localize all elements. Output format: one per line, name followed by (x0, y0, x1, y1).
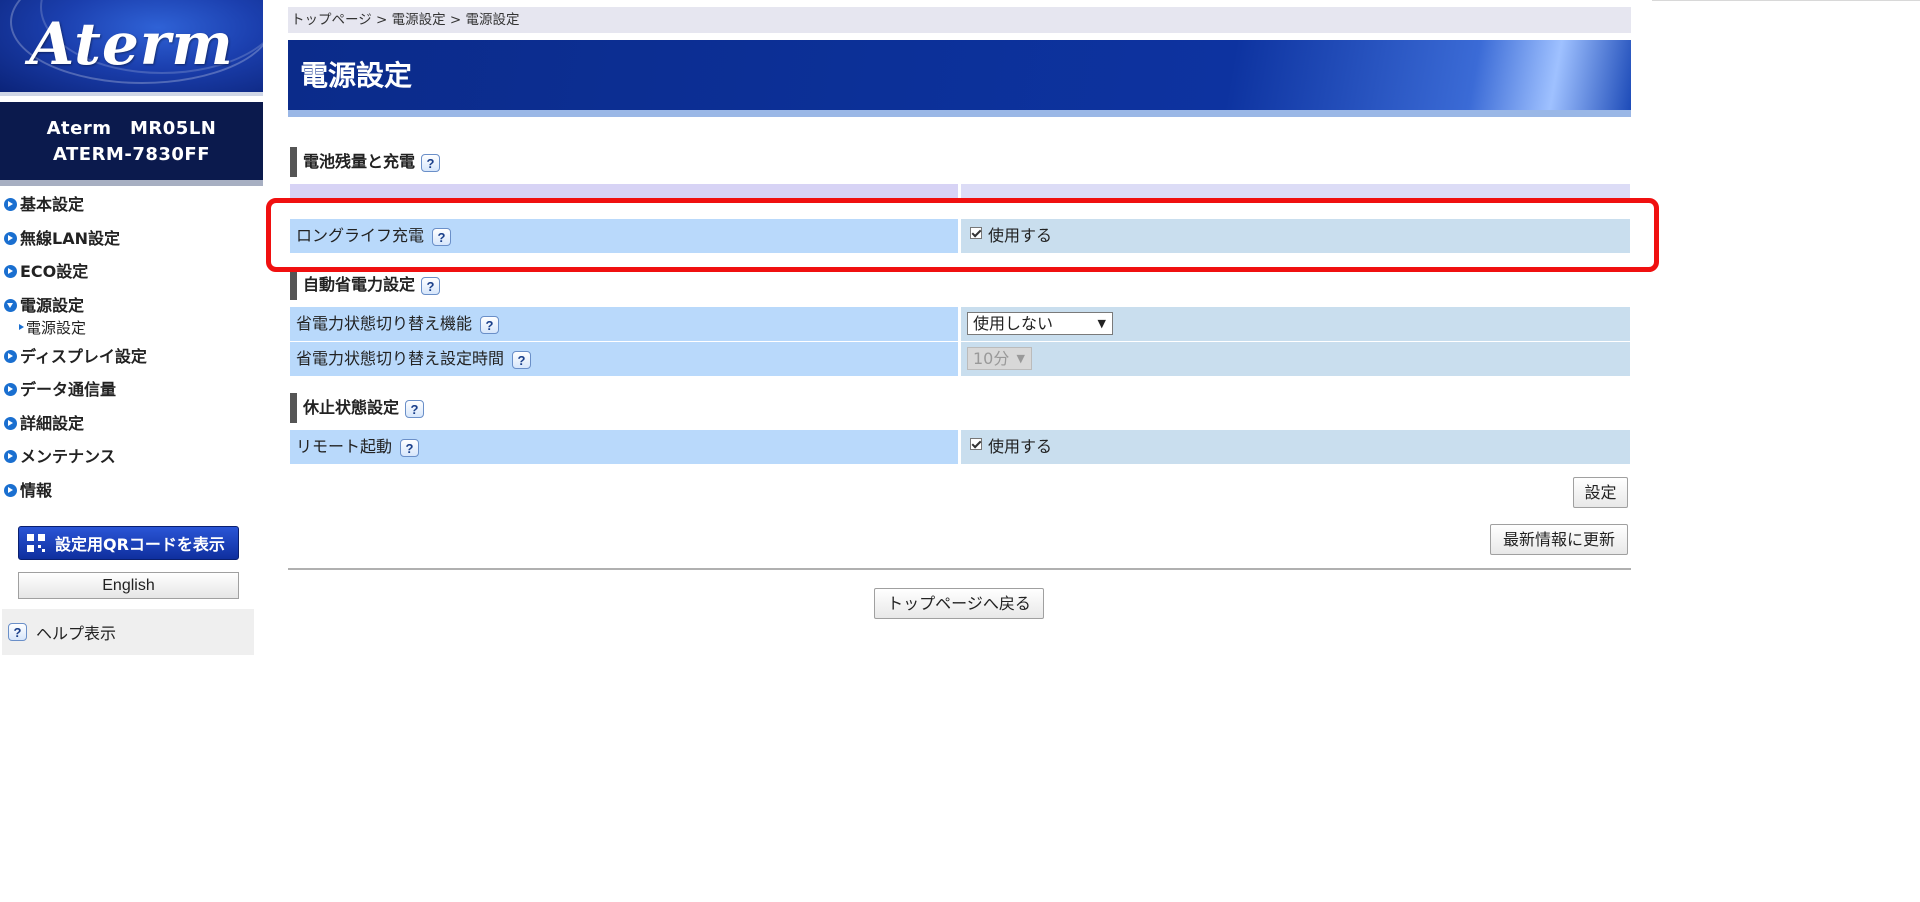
power-switch-select[interactable]: 使用しない ▼ (967, 312, 1113, 335)
help-icon[interactable]: ? (432, 227, 452, 246)
sidebar-nav: 基本設定 無線LAN設定 ECO設定 電源設定 電源設定 ディスプレイ設定 デー… (0, 193, 263, 512)
battery-level-value-cell (961, 184, 1630, 202)
power-switch-time-select: 10分 ▼ (967, 347, 1032, 370)
select-value: 使用しない (973, 314, 1054, 333)
aterm-logo[interactable]: Aterm (0, 0, 263, 96)
section-title: 電池残量と充電 (303, 152, 416, 171)
long-life-charge-label-cell: ロングライフ充電? (290, 219, 958, 253)
nav-label: メンテナンス (20, 447, 116, 466)
checkbox-label[interactable]: 使用する (988, 437, 1052, 456)
power-switch-value-cell: 使用しない ▼ (961, 307, 1630, 341)
set-button[interactable]: 設定 (1573, 477, 1628, 508)
qr-code-icon (27, 534, 45, 552)
help-icon[interactable]: ? (512, 350, 532, 369)
nav-label: 無線LAN設定 (20, 228, 120, 248)
back-to-top-button[interactable]: トップページへ戻る (874, 588, 1044, 619)
battery-level-row (290, 184, 1630, 202)
arrow-bullet-icon (4, 450, 17, 463)
section-title: 休止状態設定 (303, 398, 400, 417)
remote-wake-checkbox[interactable] (970, 438, 982, 450)
page-title: 電源設定 (300, 59, 413, 92)
arrow-bullet-icon (4, 349, 17, 363)
help-icon[interactable]: ? (400, 438, 420, 457)
device-model: Aterm MR05LN (46, 118, 217, 139)
long-life-charge-row: ロングライフ充電? 使用する (290, 219, 1630, 253)
sub-item-label: 電源設定 (26, 318, 87, 337)
logo-text: Aterm (29, 10, 234, 78)
device-id: ATERM-7830FF (52, 144, 211, 165)
help-display[interactable]: ? ヘルプ表示 (2, 609, 254, 655)
help-label[interactable]: ヘルプ表示 (36, 620, 116, 644)
arrow-bullet-icon (4, 383, 17, 396)
device-info: Aterm MR05LN ATERM-7830FF (0, 102, 263, 186)
long-life-charge-value-cell: 使用する (961, 219, 1630, 253)
nav-label: 情報 (20, 480, 53, 500)
nav-label: 基本設定 (20, 195, 85, 214)
section-heading-sleep: 休止状態設定? (290, 393, 425, 423)
section-heading-auto-power: 自動省電力設定? (290, 270, 441, 300)
english-button[interactable]: English (18, 572, 239, 599)
power-switch-time-label: 省電力状態切り替え設定時間 (296, 349, 505, 368)
nav-item-advanced[interactable]: 詳細設定 (0, 412, 263, 446)
top-border (1652, 0, 1920, 1)
nav-item-data-usage[interactable]: データ通信量 (0, 378, 263, 412)
remote-wake-row: リモート起動? 使用する (290, 430, 1630, 464)
section-title: 自動省電力設定 (303, 275, 416, 294)
power-switch-row: 省電力状態切り替え機能? 使用しない ▼ (290, 307, 1630, 341)
checkbox-label[interactable]: 使用する (988, 226, 1052, 245)
long-life-charge-label: ロングライフ充電 (296, 226, 425, 245)
nav-label: ディスプレイ設定 (20, 346, 147, 366)
breadcrumb: トップページ > 電源設定 > 電源設定 (288, 7, 1631, 33)
nav-label: データ通信量 (20, 380, 117, 399)
qr-button-label: 設定用QRコードを表示 (55, 535, 225, 554)
help-icon[interactable]: ? (405, 399, 425, 418)
dropdown-arrow-icon: ▼ (1097, 317, 1106, 330)
dropdown-arrow-icon: ▼ (1016, 352, 1025, 365)
arrow-bullet-icon (4, 198, 17, 211)
arrow-bullet-icon (4, 483, 17, 497)
title-bar: 電源設定 (288, 40, 1631, 117)
power-switch-time-label-cell: 省電力状態切り替え設定時間? (290, 342, 958, 376)
long-life-charge-checkbox[interactable] (970, 227, 982, 239)
divider (288, 568, 1631, 570)
nav-label: 詳細設定 (20, 413, 85, 433)
triangle-right-icon (19, 323, 24, 330)
remote-wake-label: リモート起動 (296, 437, 393, 456)
nav-item-wireless-lan[interactable]: 無線LAN設定 (0, 227, 263, 261)
battery-level-label-cell (290, 184, 958, 202)
power-switch-time-row: 省電力状態切り替え設定時間? 10分 ▼ (290, 342, 1630, 376)
nav-item-basic[interactable]: 基本設定 (0, 193, 263, 227)
refresh-button[interactable]: 最新情報に更新 (1490, 524, 1628, 555)
remote-wake-label-cell: リモート起動? (290, 430, 958, 464)
nav-item-eco[interactable]: ECO設定 (0, 260, 263, 294)
nav-item-display[interactable]: ディスプレイ設定 (0, 345, 263, 379)
arrow-bullet-icon (4, 265, 17, 278)
help-icon[interactable]: ? (421, 276, 441, 295)
arrow-bullet-icon (4, 416, 17, 430)
nav-subitem-power-settings[interactable]: 電源設定 (0, 318, 263, 345)
help-icon[interactable]: ? (421, 153, 441, 172)
remote-wake-value-cell: 使用する (961, 430, 1630, 464)
power-switch-label-cell: 省電力状態切り替え機能? (290, 307, 958, 341)
nav-label: 電源設定 (20, 295, 85, 315)
help-icon[interactable]: ? (8, 623, 27, 641)
power-switch-label: 省電力状態切り替え機能 (296, 314, 473, 333)
power-switch-time-value-cell: 10分 ▼ (961, 342, 1630, 376)
select-value: 10分 (973, 349, 1010, 368)
sidebar: Aterm Aterm MR05LN ATERM-7830FF 基本設定 無線L… (0, 0, 265, 902)
arrow-down-bullet-icon (4, 298, 17, 312)
section-heading-battery: 電池残量と充電? (290, 147, 441, 177)
nav-item-maintenance[interactable]: メンテナンス (0, 445, 263, 479)
show-qr-code-button[interactable]: 設定用QRコードを表示 (18, 526, 239, 560)
nav-label: ECO設定 (20, 262, 89, 281)
help-icon[interactable]: ? (480, 315, 500, 334)
arrow-bullet-icon (4, 231, 17, 245)
nav-item-info[interactable]: 情報 (0, 479, 263, 513)
